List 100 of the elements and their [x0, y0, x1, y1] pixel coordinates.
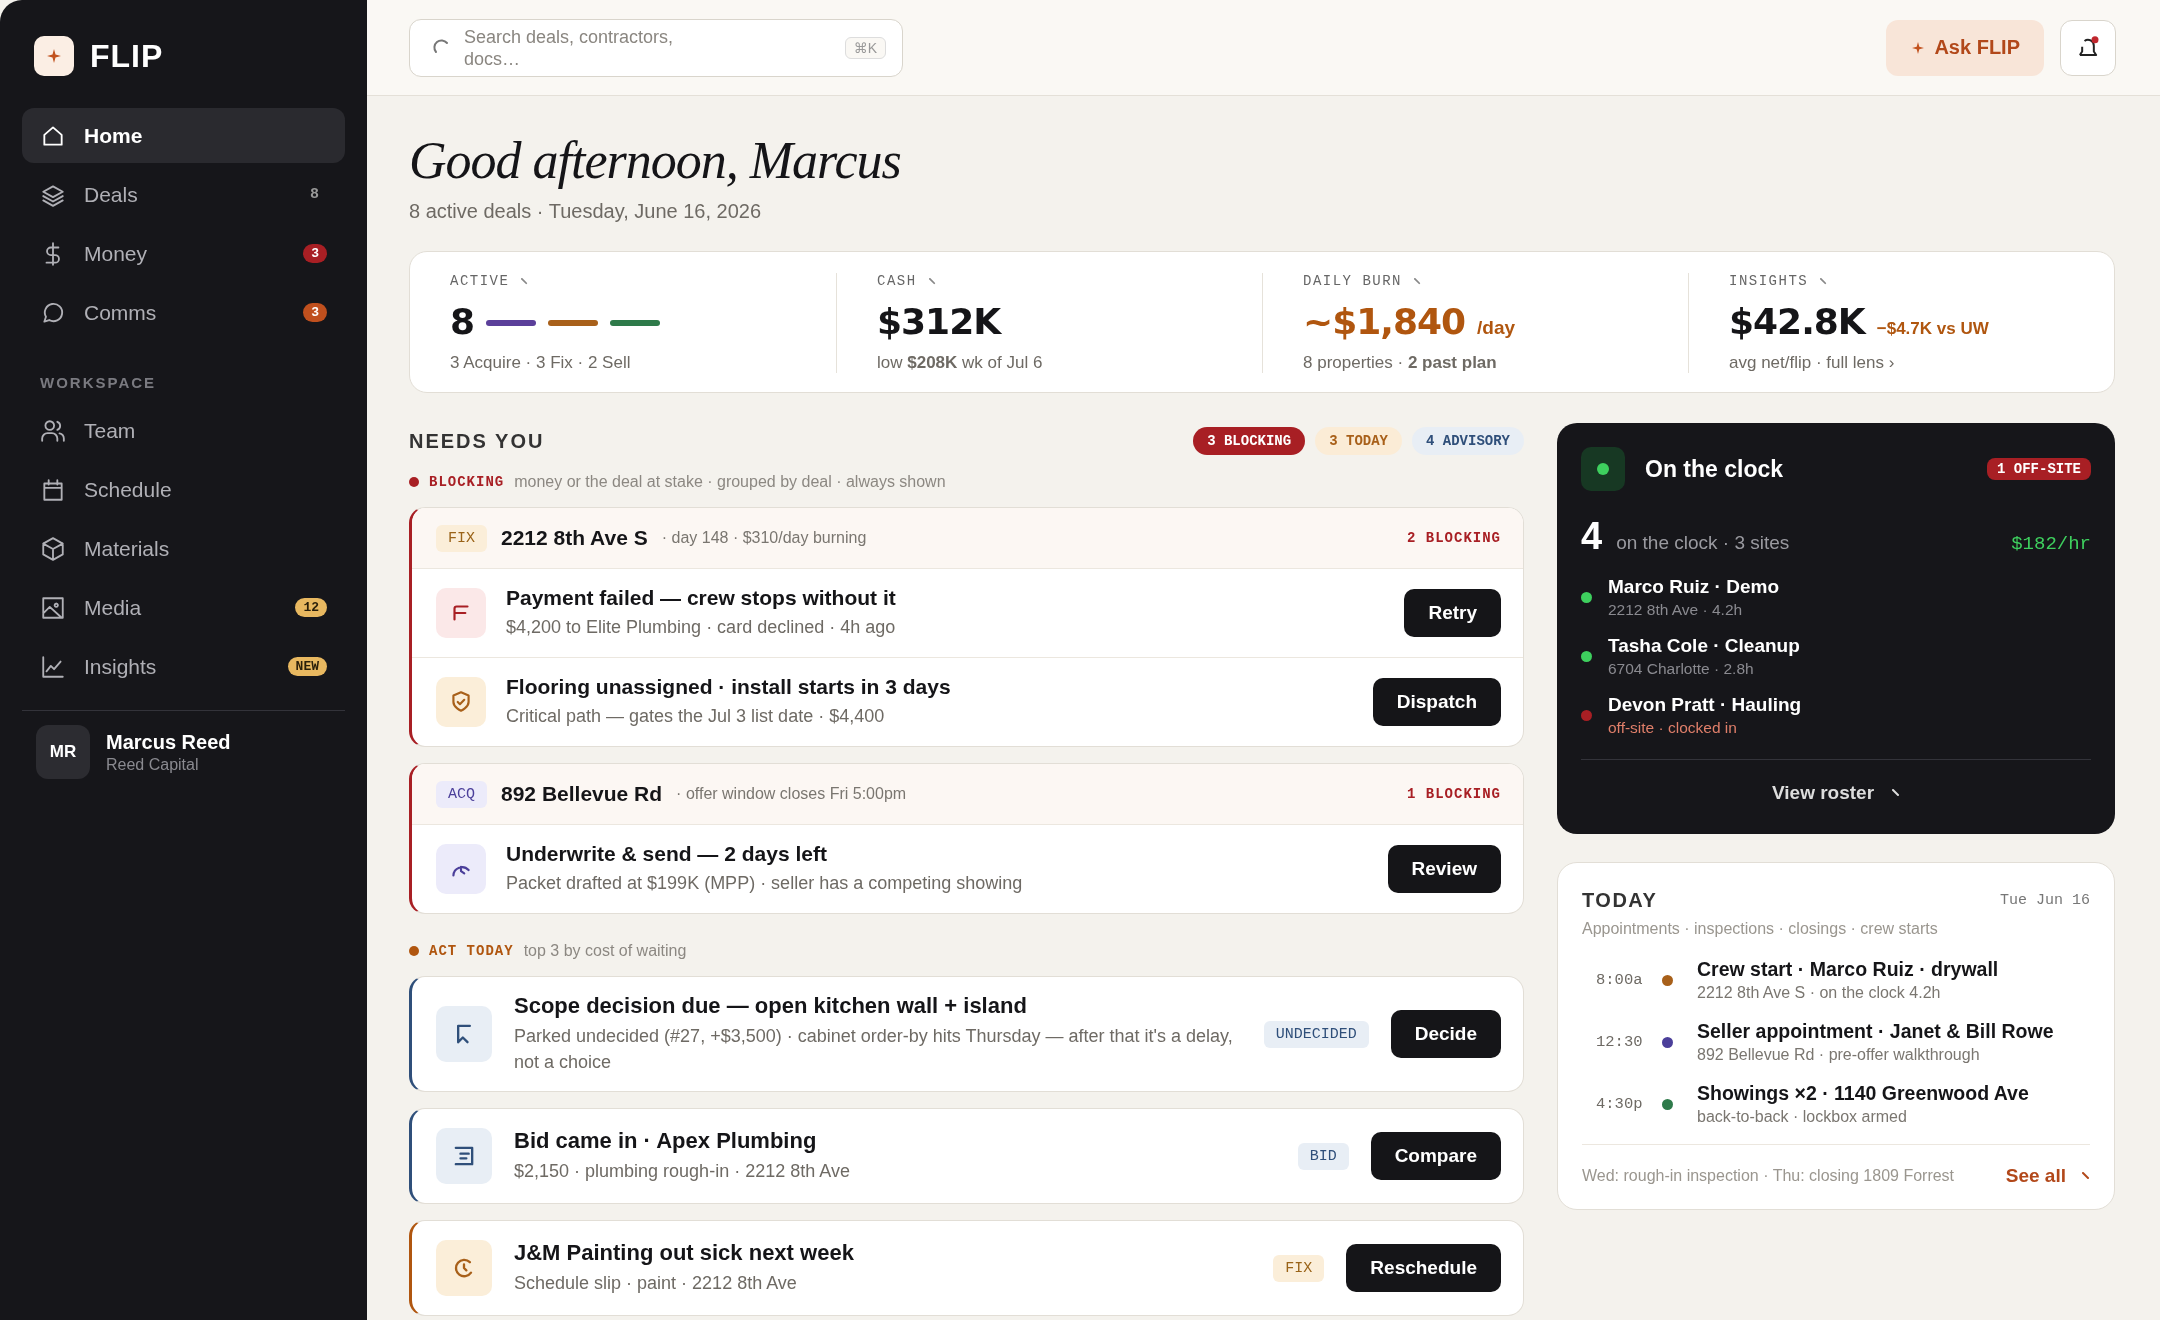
group-note: top 3 by cost of waiting [523, 942, 687, 960]
task-detail: Parked undecided (#27, +$3,500) · cabinet order-by hits Thursday — after that it's a delay, not a choice [514, 1025, 1234, 1075]
nav-item[interactable]: Comms 3 [22, 285, 345, 340]
task-title: Underwrite & send — 2 days left [506, 841, 828, 866]
filter-chip[interactable]: 3 BLOCKING [1193, 427, 1306, 455]
stat-note: low $208K wk of Jul 6 [877, 353, 1044, 373]
notifications-button[interactable] [2060, 19, 2116, 76]
action-button[interactable]: Decide [1390, 1010, 1501, 1059]
event-title: Showings ×2 · 1140 Greenwood Ave [1697, 1082, 2029, 1105]
line-chart-icon [40, 653, 66, 680]
event-title: Crew start · Marco Ruiz · drywall [1697, 958, 1999, 981]
task-title: Scope decision due — open kitchen wall + island [514, 993, 1028, 1019]
crew-detail: 6704 Charlotte · 2.8h [1608, 660, 1755, 678]
people-icon [40, 417, 66, 444]
greeting: Good afternoon, Marcus [409, 131, 902, 191]
nav-item[interactable]: Money 3 [22, 226, 345, 281]
nav-item[interactable]: Home [22, 108, 345, 163]
task-title: J&M Painting out sick next week [514, 1240, 855, 1267]
search-input[interactable]: Search deals, contractors, docs… [464, 25, 714, 70]
stat-value: $312K [877, 301, 1001, 342]
stat-label: INSIGHTS [1729, 273, 1809, 289]
stat-delta: −$4.7K vs UW [1876, 319, 1989, 339]
filter-chip[interactable]: 4 ADVISORY [1412, 427, 1524, 455]
crew-detail: 2212 8th Ave · 4.2h [1608, 601, 1744, 619]
deal-address: 2212 8th Ave S [501, 526, 648, 550]
document-icon [436, 1128, 492, 1185]
action-button[interactable]: Compare [1370, 1132, 1501, 1181]
task-tag: UNDECIDED [1263, 1020, 1369, 1048]
event-time: 8:00a [1596, 971, 1644, 989]
deal-address: 892 Bellevue Rd [501, 782, 663, 806]
clock-icon [436, 1240, 492, 1297]
user-org: Reed Capital [106, 755, 200, 774]
stat-note: avg net/flip · full lens › [1729, 353, 1896, 373]
task-detail: Critical path — gates the Jul 3 list date · $4,400 [506, 704, 886, 728]
event-detail: back-to-back · lockbox armed [1697, 1108, 1908, 1126]
stat-value: $42.8K [1729, 301, 1865, 342]
calendar-icon [40, 476, 66, 503]
logo-icon [34, 36, 74, 76]
flag-icon [436, 1006, 492, 1063]
action-button[interactable]: Retry [1404, 589, 1501, 637]
avatar[interactable]: MR [36, 725, 90, 779]
event-detail: 892 Bellevue Rd · pre-offer walkthrough [1697, 1046, 1981, 1064]
crew-detail: off-site · clocked in [1608, 719, 1738, 737]
action-button[interactable]: Reschedule [1346, 1244, 1501, 1293]
shortcut-hint: ⌘K [844, 36, 886, 59]
task-detail: Packet drafted at $199K (MPP) · seller has a competing showing [506, 871, 1024, 895]
status-dot [409, 946, 419, 956]
stat-value: 8 [450, 301, 475, 342]
group-label: BLOCKING [429, 474, 505, 490]
stat-value: ~$1,840 [1303, 301, 1466, 342]
task-detail: $2,150 · plumbing rough-in · 2212 8th Ave [514, 1160, 851, 1184]
nav-item[interactable]: Deals 8 [22, 167, 345, 222]
see-all-link[interactable]: See all [2005, 1165, 2066, 1187]
event-title: Seller appointment · Janet & Bill Rowe [1697, 1020, 2054, 1043]
group-note: money or the deal at stake · grouped by deal · always shown [514, 473, 946, 491]
task-detail: $4,200 to Elite Plumbing · card declined · 4h ago [506, 615, 897, 639]
crew-summary: on the clock · 3 sites [1616, 532, 1791, 554]
stat-label: CASH [877, 273, 917, 289]
event-detail: 2212 8th Ave S · on the clock 4.2h [1697, 984, 1942, 1002]
filter-chip[interactable]: 3 TODAY [1315, 427, 1402, 455]
group-label: ACT TODAY [429, 943, 514, 959]
nav-item[interactable]: Media 12 [22, 580, 345, 635]
deal-tag: ACQ [436, 780, 487, 808]
brand-name: FLIP [90, 37, 164, 75]
nav-item[interactable]: Materials [22, 521, 345, 576]
stat-unit: /day [1477, 317, 1516, 339]
event-time: 12:30 [1596, 1033, 1644, 1051]
task-title: Flooring unassigned · install starts in 3 days [506, 674, 952, 699]
blocking-count: 2 BLOCKING [1407, 530, 1501, 546]
crew-name: Marco Ruiz · Demo [1608, 576, 1780, 598]
deal-meta: · offer window closes Fri 5:00pm [676, 785, 908, 803]
stat-label: ACTIVE [450, 273, 510, 289]
section-label: WORKSPACE [40, 374, 158, 391]
status-icon [1581, 447, 1625, 491]
deal-meta: · day 148 · $310/day burning [661, 529, 868, 547]
stat-note: 8 properties · 2 past plan [1303, 353, 1498, 373]
section-title: NEEDS YOU [409, 429, 545, 453]
task-detail: Schedule slip · paint · 2212 8th Ave [514, 1272, 798, 1296]
cube-icon [40, 535, 66, 562]
card-title: TODAY [1582, 889, 1658, 912]
date-label: Tue Jun 16 [2000, 892, 2090, 909]
card-title: On the clock [1645, 455, 1785, 483]
nav-item[interactable]: Team [22, 403, 345, 458]
image-icon [40, 594, 66, 621]
view-roster-link[interactable]: View roster [1771, 782, 1875, 804]
nav-item[interactable]: Schedule [22, 462, 345, 517]
ask-button[interactable]: Ask FLIP [1886, 19, 2044, 76]
deal-tag: FIX [436, 524, 487, 552]
hourly-rate: $182/hr [2011, 533, 2091, 555]
action-button[interactable]: Dispatch [1372, 678, 1501, 726]
stat-label: DAILY BURN [1303, 273, 1402, 289]
status-dot [409, 477, 419, 487]
event-time: 4:30p [1596, 1095, 1644, 1113]
crew-name: Devon Pratt · Hauling [1608, 694, 1802, 716]
card-subtitle: Appointments · inspections · closings · crew starts [1582, 920, 1939, 938]
task-tag: FIX [1273, 1254, 1325, 1282]
nav-item[interactable]: Insights NEW [22, 639, 345, 694]
action-button[interactable]: Review [1387, 845, 1501, 893]
crew-name: Tasha Cole · Cleanup [1608, 635, 1800, 657]
stat-note: 3 Acquire · 3 Fix · 2 Sell [450, 353, 632, 373]
